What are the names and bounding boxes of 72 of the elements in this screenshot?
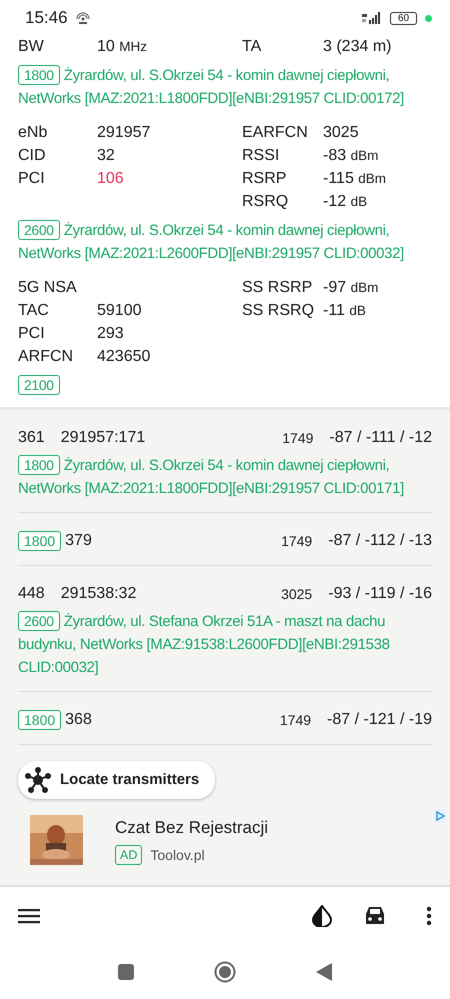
field-value: 59100 bbox=[97, 301, 142, 321]
field-value: 10 MHz bbox=[97, 37, 148, 57]
back-icon[interactable] bbox=[316, 963, 332, 981]
field-label: RSSI bbox=[242, 146, 280, 166]
field-value: -115 dBm bbox=[323, 169, 388, 189]
field-label: TAC bbox=[18, 301, 50, 321]
ad-choices-icon bbox=[434, 809, 446, 823]
cell-pci: 368 bbox=[65, 710, 92, 730]
field-label: BW bbox=[18, 37, 45, 57]
field-value: 106 bbox=[97, 169, 125, 189]
cell-id: 291538:32 bbox=[60, 584, 136, 604]
earfcn-value: 1749 bbox=[280, 710, 312, 730]
field-value: -12 dB bbox=[323, 192, 368, 212]
signal-values: -93 / -119 / -16 bbox=[328, 584, 432, 604]
network-nodes-icon bbox=[24, 766, 52, 794]
recents-icon[interactable] bbox=[118, 964, 134, 980]
field-label: PCI bbox=[18, 169, 46, 189]
ad-title: Czat Bez Rejestracji bbox=[115, 817, 268, 839]
band-tag: 1800 bbox=[18, 531, 62, 551]
field-value: 32 bbox=[97, 146, 116, 166]
site-description: 1800 Żyrardów, ul. S.Okrzei 54 - komin dawnej ciepłowni, NetWorks [MAZ:2021:L1800FDD][eNBI:291957 CLID:00171] bbox=[18, 454, 405, 499]
site-description: 1800 Żyrardów, ul. S.Okrzei 54 - komin dawnej ciepłowni, NetWorks [MAZ:2021:L1800FDD][eNBI:291957 CLID:00172] bbox=[17, 64, 405, 109]
signal-values: -87 / -111 / -12 bbox=[329, 428, 432, 448]
car-icon[interactable] bbox=[364, 906, 386, 926]
battery-icon: 60 bbox=[390, 12, 417, 24]
signal-icon bbox=[362, 12, 382, 24]
signal-values: -87 / -121 / -19 bbox=[327, 710, 432, 730]
ad-source: Toolov.pl bbox=[150, 846, 205, 865]
band-tag: 1800 bbox=[18, 710, 62, 730]
hotspot-icon bbox=[76, 11, 90, 25]
band-tag: 2100 bbox=[18, 375, 60, 395]
field-value: -11 dB bbox=[323, 301, 367, 321]
notification-dot bbox=[425, 14, 432, 22]
field-label: EARFCN bbox=[242, 123, 309, 143]
field-label: RSRQ bbox=[242, 192, 290, 212]
site-description: 2600 Żyrardów, ul. Stefana Okrzei 51A - maszt na dachu budynku, NetWorks [MAZ:91538:L2600FDD][eNBI:291538 CLID:00032] bbox=[18, 610, 391, 678]
band-tag: 1800 bbox=[18, 455, 60, 475]
site-description: 2600 Żyrardów, ul. S.Okrzei 54 - komin dawnej ciepłowni, NetWorks [MAZ:2021:L2600FDD][eNBI:291957 CLID:00032] bbox=[17, 219, 405, 264]
cell-pci: 361 bbox=[18, 428, 45, 448]
signal-values: -87 / -112 / -13 bbox=[328, 531, 432, 551]
home-icon[interactable] bbox=[214, 961, 236, 983]
contrast-icon[interactable] bbox=[312, 905, 332, 927]
field-label: CID bbox=[18, 146, 47, 166]
field-label: RSRP bbox=[242, 169, 288, 189]
field-label: PCI bbox=[18, 324, 46, 344]
earfcn-value: 1749 bbox=[282, 428, 314, 448]
cell-pci: 448 bbox=[18, 584, 45, 604]
field-value: 3 (234 m) bbox=[323, 37, 392, 57]
band-tag: 2600 bbox=[18, 611, 60, 631]
more-options-icon[interactable] bbox=[426, 906, 432, 926]
field-value: -97 dBm bbox=[323, 278, 380, 298]
earfcn-value: 1749 bbox=[281, 532, 312, 550]
band-tag: 1800 bbox=[18, 65, 60, 85]
field-label: 5G NSA bbox=[18, 278, 78, 298]
field-value: 293 bbox=[97, 324, 125, 344]
status-time: 15:46 bbox=[25, 7, 68, 30]
menu-icon[interactable] bbox=[18, 907, 40, 925]
field-value: 291957 bbox=[97, 123, 152, 143]
field-label: SS RSRP bbox=[242, 278, 314, 298]
field-label: eNb bbox=[18, 123, 48, 143]
locate-transmitters-button[interactable]: Locate transmitters bbox=[18, 761, 216, 799]
field-label: ARFCN bbox=[18, 347, 74, 367]
field-label: TA bbox=[242, 37, 262, 57]
cell-id: 291957:171 bbox=[60, 428, 146, 448]
field-label: SS RSRQ bbox=[242, 301, 316, 321]
band-tag: 2600 bbox=[18, 220, 60, 240]
field-value: 423650 bbox=[97, 347, 152, 367]
cell-pci: 379 bbox=[65, 531, 92, 551]
field-value: 3025 bbox=[323, 123, 360, 143]
ad-badge: AD bbox=[115, 845, 142, 865]
earfcn-value: 3025 bbox=[281, 584, 312, 604]
field-value: -83 dBm bbox=[323, 146, 380, 166]
